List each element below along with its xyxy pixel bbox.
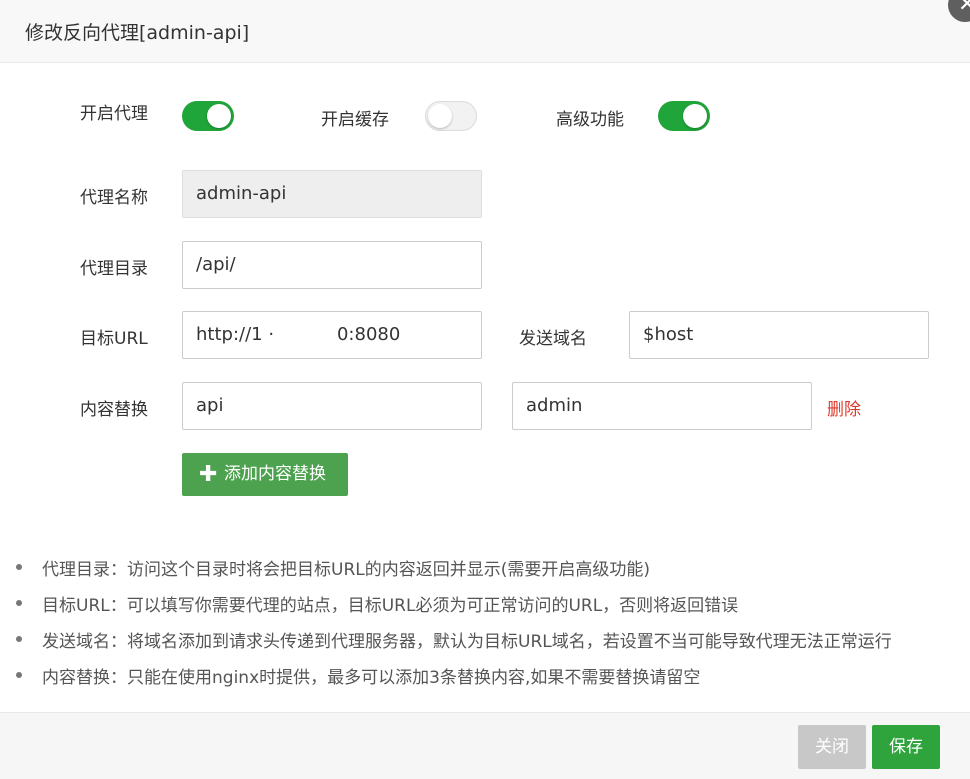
list-item: 内容替换：只能在使用nginx时提供，最多可以添加3条替换内容,如果不需要替换请…	[16, 663, 961, 699]
send-domain-input[interactable]: $host	[629, 311, 929, 359]
add-button-label: 添加内容替换	[224, 464, 326, 484]
replace-to-input[interactable]: admin	[512, 382, 812, 430]
list-item: 代理目录：访问这个目录时将会把目标URL的内容返回并显示(需要开启高级功能)	[16, 555, 961, 591]
replace-from-input[interactable]: api	[182, 382, 482, 430]
list-item: 发送域名：将域名添加到请求头传递到代理服务器，默认为目标URL域名，若设置不当可…	[16, 627, 961, 663]
dialog-header: 修改反向代理[admin-api]	[0, 0, 970, 63]
toggle-knob	[683, 104, 707, 128]
content-replace-label: 内容替换	[80, 400, 148, 420]
toggle-cache-switch[interactable]	[425, 101, 477, 131]
toggle-proxy-switch[interactable]	[182, 101, 234, 131]
bullet-icon	[16, 600, 22, 606]
close-button[interactable]: 关闭	[798, 725, 866, 769]
target-url-label: 目标URL	[80, 329, 148, 349]
toggle-knob	[428, 104, 452, 128]
toggle-knob	[207, 104, 231, 128]
dialog-footer: 关闭 保存	[0, 712, 970, 779]
target-url-input[interactable]: http://1 · 0:8080	[182, 311, 482, 359]
toggle-proxy-label: 开启代理	[80, 104, 148, 124]
save-button[interactable]: 保存	[872, 725, 940, 769]
toggle-advanced-switch[interactable]	[658, 101, 710, 131]
proxy-dir-input[interactable]: /api/	[182, 241, 482, 289]
delete-replace-link[interactable]: 删除	[827, 395, 861, 420]
tip-text: 目标URL：可以填写你需要代理的站点，目标URL必须为可正常访问的URL，否则将…	[42, 596, 739, 616]
proxy-name-field: admin-api	[182, 170, 482, 218]
add-content-replace-button[interactable]: ✚ 添加内容替换	[182, 453, 348, 496]
plus-icon: ✚	[199, 462, 218, 487]
list-item: 目标URL：可以填写你需要代理的站点，目标URL必须为可正常访问的URL，否则将…	[16, 591, 961, 627]
proxy-name-label: 代理名称	[80, 188, 148, 208]
help-tips-list: 代理目录：访问这个目录时将会把目标URL的内容返回并显示(需要开启高级功能) 目…	[16, 555, 961, 699]
send-domain-label: 发送域名	[519, 329, 587, 349]
bullet-icon	[16, 636, 22, 642]
tip-text: 发送域名：将域名添加到请求头传递到代理服务器，默认为目标URL域名，若设置不当可…	[42, 632, 892, 652]
bullet-icon	[16, 672, 22, 678]
bullet-icon	[16, 564, 22, 570]
proxy-dir-label: 代理目录	[80, 259, 148, 279]
dialog-title: 修改反向代理[admin-api]	[25, 22, 250, 44]
tip-text: 代理目录：访问这个目录时将会把目标URL的内容返回并显示(需要开启高级功能)	[42, 560, 650, 580]
tip-text: 内容替换：只能在使用nginx时提供，最多可以添加3条替换内容,如果不需要替换请…	[42, 668, 701, 688]
toggle-cache-label: 开启缓存	[321, 110, 389, 130]
toggle-advanced-label: 高级功能	[556, 110, 624, 130]
